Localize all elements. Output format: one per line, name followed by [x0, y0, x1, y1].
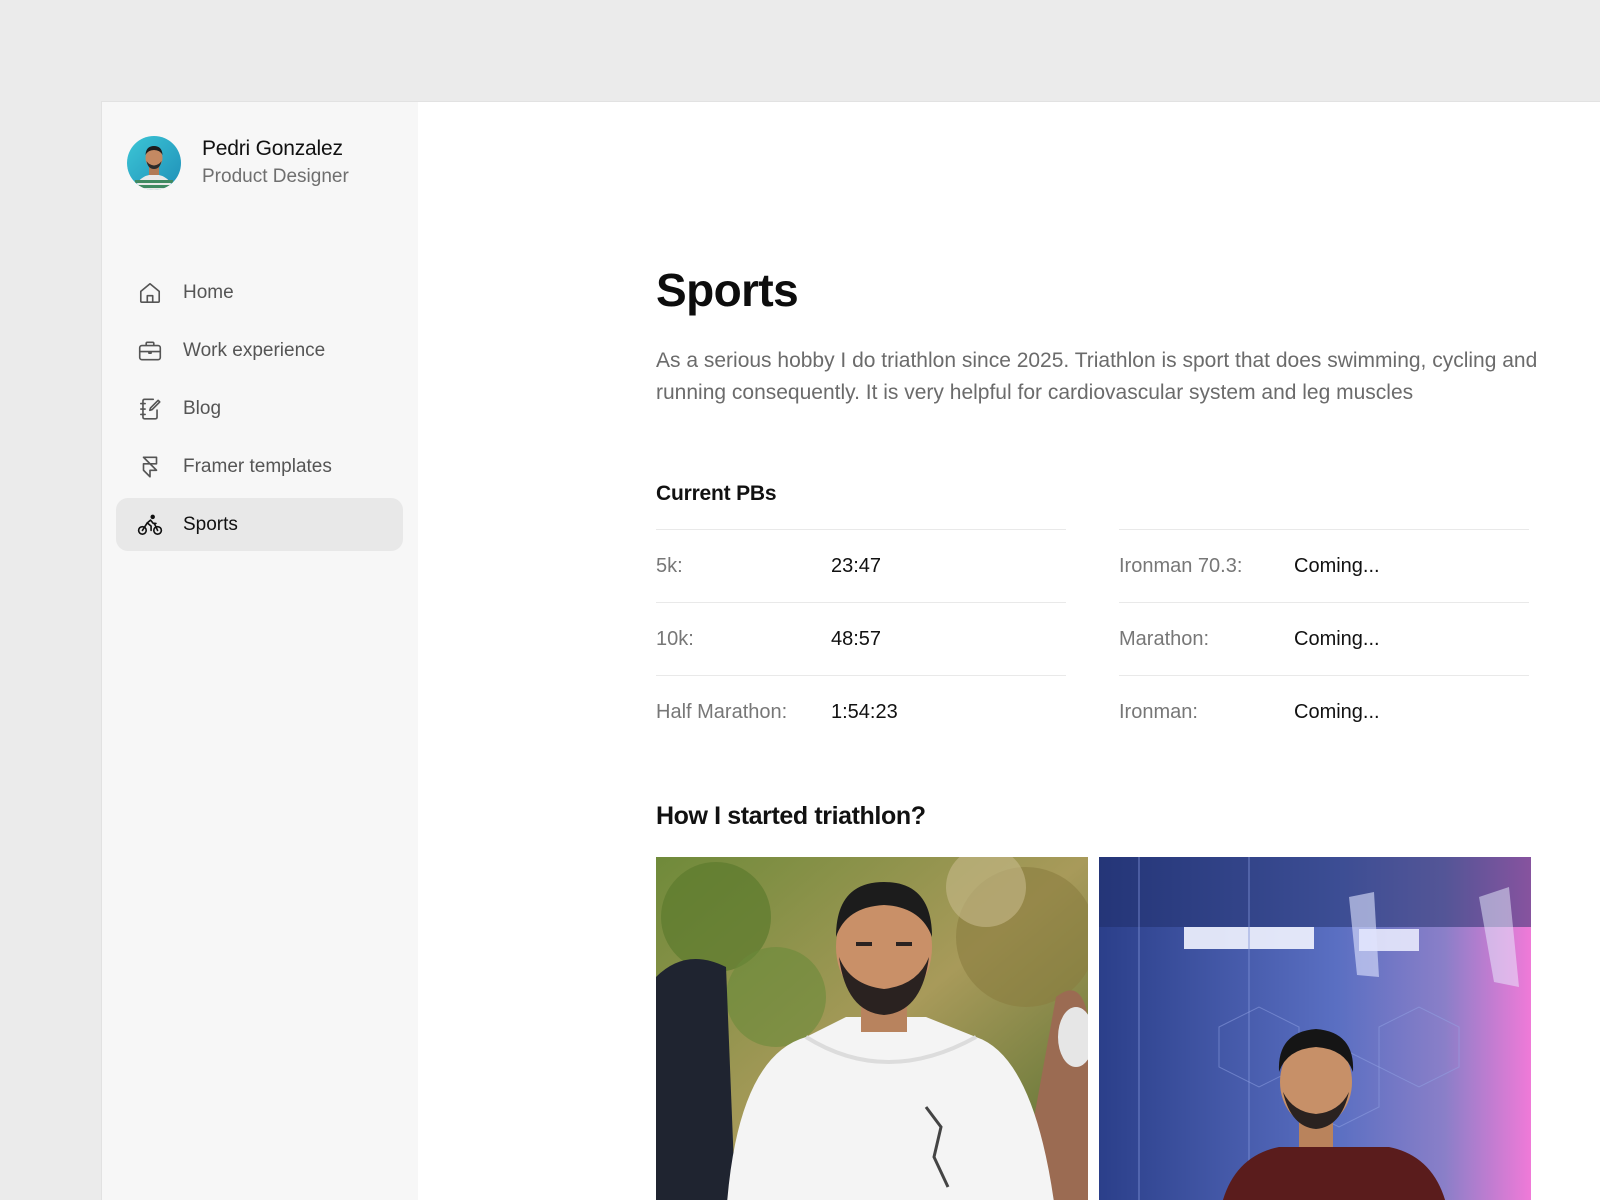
- photo-indoor[interactable]: [1099, 857, 1531, 1200]
- pb-label: 5k:: [656, 554, 683, 577]
- pb-label: 10k:: [656, 627, 694, 650]
- main-content: Sports As a serious hobby I do triathlon…: [656, 102, 1586, 1200]
- sidebar-item-work-experience[interactable]: Work experience: [116, 324, 403, 377]
- sidebar-item-label: Blog: [183, 397, 222, 419]
- sidebar-nav: Home Work experience Blog Framer templat…: [116, 266, 403, 556]
- pb-row: 5k: 23:47: [656, 529, 1066, 602]
- profile[interactable]: Pedri Gonzalez Product Designer: [127, 135, 349, 191]
- pb-label: Ironman:: [1119, 700, 1198, 723]
- briefcase-icon: [136, 337, 164, 365]
- notebook-edit-icon: [136, 395, 164, 423]
- pb-label: Marathon:: [1119, 627, 1210, 650]
- home-icon: [136, 279, 164, 307]
- pbs-heading: Current PBs: [656, 482, 777, 505]
- sidebar: Pedri Gonzalez Product Designer Home Wor…: [102, 102, 418, 1200]
- pb-value: 23:47: [831, 554, 882, 577]
- app-window: Pedri Gonzalez Product Designer Home Wor…: [101, 101, 1600, 1200]
- sidebar-item-label: Home: [183, 281, 234, 303]
- bicycle-icon: [136, 511, 164, 539]
- pb-row: Ironman: Coming...: [1119, 675, 1529, 748]
- sidebar-item-home[interactable]: Home: [116, 266, 403, 319]
- pb-value: Coming...: [1294, 627, 1380, 650]
- pb-label: Half Marathon:: [656, 700, 788, 723]
- profile-name: Pedri Gonzalez: [202, 137, 343, 160]
- pb-value: 1:54:23: [831, 700, 898, 723]
- pb-value: Coming...: [1294, 554, 1380, 577]
- photo-outdoor[interactable]: [656, 857, 1088, 1200]
- pb-label: Ironman 70.3:: [1119, 554, 1243, 577]
- profile-role: Product Designer: [202, 166, 349, 187]
- pb-row: Half Marathon: 1:54:23: [656, 675, 1066, 748]
- sidebar-item-label: Work experience: [183, 339, 326, 361]
- pb-row: 10k: 48:57: [656, 602, 1066, 675]
- pb-value: Coming...: [1294, 700, 1380, 723]
- framer-icon: [136, 453, 164, 481]
- sidebar-item-label: Framer templates: [183, 455, 332, 477]
- pb-value: 48:57: [831, 627, 882, 650]
- intro-text: As a serious hobby I do triathlon since …: [656, 349, 1538, 404]
- pbs-right-column: Ironman 70.3: Coming... Marathon: Coming…: [1119, 529, 1529, 748]
- sidebar-item-blog[interactable]: Blog: [116, 382, 403, 435]
- pb-row: Ironman 70.3: Coming...: [1119, 529, 1529, 602]
- sidebar-item-sports[interactable]: Sports: [116, 498, 403, 551]
- pb-row: Marathon: Coming...: [1119, 602, 1529, 675]
- avatar: [127, 136, 181, 190]
- sidebar-item-framer-templates[interactable]: Framer templates: [116, 440, 403, 493]
- how-started-heading: How I started triathlon?: [656, 802, 926, 830]
- pbs-left-column: 5k: 23:47 10k: 48:57 Half Marathon: 1:54…: [656, 529, 1066, 748]
- sidebar-item-label: Sports: [183, 513, 238, 535]
- page-title: Sports: [656, 264, 799, 316]
